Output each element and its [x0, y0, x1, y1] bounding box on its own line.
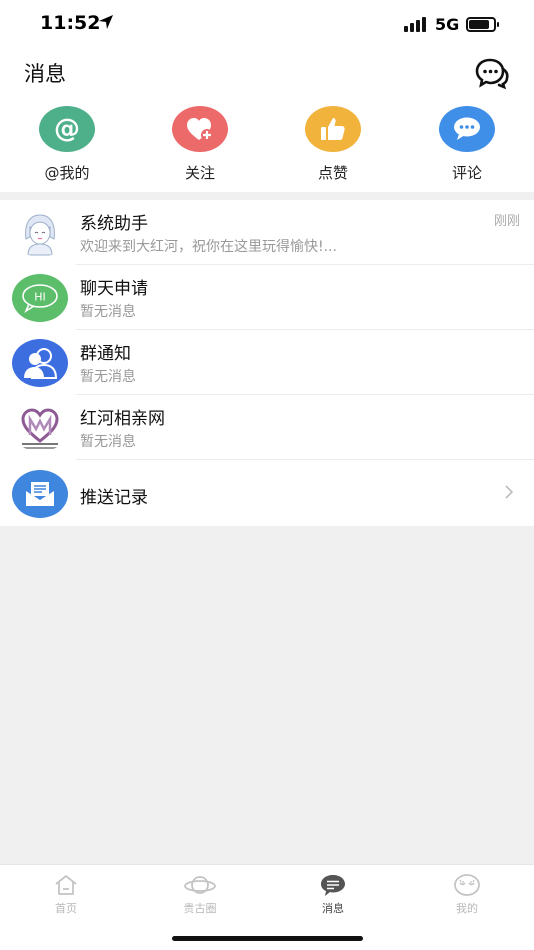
heart-plus-icon: [172, 106, 228, 152]
tab-label: 贵古圈: [183, 902, 217, 915]
message-title: 群通知: [80, 344, 131, 364]
chat-bubbles-icon: [475, 58, 509, 90]
tab-label: 我的: [456, 902, 478, 915]
tab-label: 首页: [55, 902, 77, 915]
message-row-push-records[interactable]: 推送记录: [0, 461, 534, 526]
message-list: 系统助手 欢迎来到大红河，祝你在这里玩得愉快!... 刚刚 HI 聊天申请 暂无…: [0, 200, 534, 526]
message-icon: [283, 873, 383, 897]
thumbs-up-icon: [305, 106, 361, 152]
hi-bubble-icon: HI: [22, 284, 58, 314]
envelope-icon: [26, 482, 54, 506]
quick-action-label: 评论: [451, 164, 482, 182]
quick-action-likes[interactable]: 点赞: [283, 106, 383, 183]
quick-actions: @ @我的 关注 点赞 评论: [0, 104, 534, 192]
divider: [76, 459, 534, 460]
svg-text:@: @: [54, 114, 80, 144]
tab-home[interactable]: 首页: [16, 873, 116, 916]
page-title: 消息: [24, 62, 66, 86]
battery-icon: [466, 17, 499, 32]
home-indicator: [172, 936, 363, 941]
message-row-system-assistant[interactable]: 系统助手 欢迎来到大红河，祝你在这里玩得愉快!... 刚刚: [0, 200, 534, 265]
at-icon: @: [39, 106, 95, 152]
messages-header: 消息 @ @我的 关注 点赞 评论: [0, 50, 534, 192]
quick-action-at-me[interactable]: @ @我的: [17, 106, 117, 183]
avatar: [12, 209, 68, 257]
assistant-girl-icon: [25, 214, 55, 256]
message-preview: 暂无消息: [80, 304, 136, 320]
message-preview: 暂无消息: [80, 369, 136, 385]
quick-action-follow[interactable]: 关注: [150, 106, 250, 183]
status-bar: 11:52 5G: [0, 0, 534, 50]
quick-action-label: 关注: [184, 164, 215, 182]
avatar: [12, 404, 68, 452]
tab-messages[interactable]: 消息: [283, 873, 383, 916]
network-type: 5G: [435, 15, 460, 34]
quick-action-label: @我的: [44, 164, 90, 182]
avatar: [12, 339, 68, 387]
message-title: 聊天申请: [80, 279, 148, 299]
chevron-right-icon: [504, 484, 514, 504]
honghe-dating-logo-icon: [21, 408, 59, 449]
location-arrow-icon: [98, 14, 114, 34]
message-time: 刚刚: [493, 214, 520, 229]
tab-label: 消息: [322, 902, 344, 915]
message-row-honghe-dating[interactable]: 红河相亲网 暂无消息: [0, 395, 534, 460]
message-preview: 欢迎来到大红河，祝你在这里玩得愉快!...: [80, 239, 337, 255]
tab-guigu-circle[interactable]: 贵古圈: [150, 873, 250, 916]
message-title: 红河相亲网: [80, 409, 165, 429]
avatar: HI: [12, 274, 68, 322]
message-preview: 暂无消息: [80, 434, 136, 450]
chat-bubbles-button[interactable]: [474, 56, 510, 90]
status-time: 11:52: [40, 12, 101, 34]
message-title: 系统助手: [80, 214, 148, 234]
avatar: [12, 470, 68, 518]
quick-action-comments[interactable]: 评论: [417, 106, 517, 183]
home-icon: [16, 873, 116, 897]
quick-action-label: 点赞: [317, 164, 348, 182]
group-users-icon: [24, 348, 58, 379]
face-icon: [417, 873, 517, 897]
cellular-signal-icon: [404, 17, 426, 32]
message-title: 推送记录: [80, 488, 148, 508]
message-row-group-notice[interactable]: 群通知 暂无消息: [0, 330, 534, 395]
message-row-chat-request[interactable]: HI 聊天申请 暂无消息: [0, 265, 534, 330]
planet-icon: [150, 873, 250, 897]
comment-icon: [439, 106, 495, 152]
tab-mine[interactable]: 我的: [417, 873, 517, 916]
hi-text: HI: [34, 291, 46, 304]
